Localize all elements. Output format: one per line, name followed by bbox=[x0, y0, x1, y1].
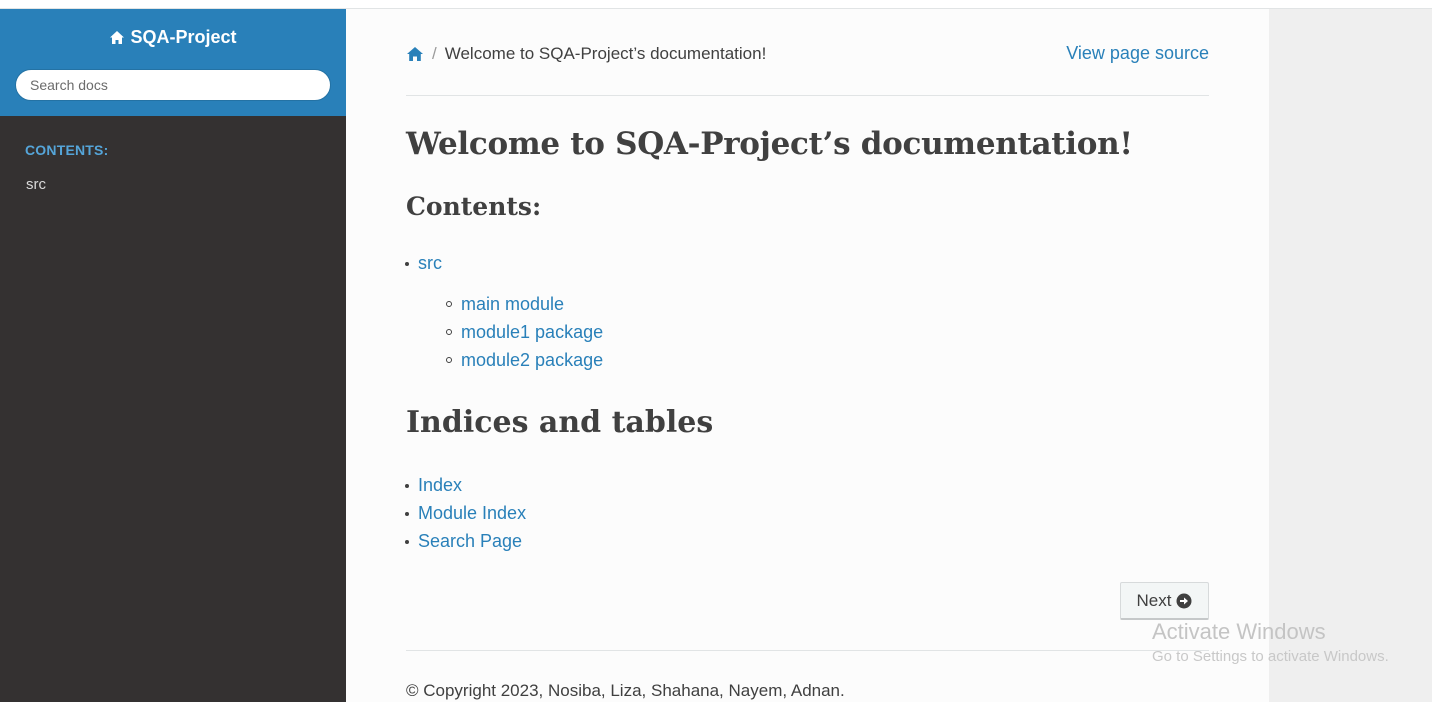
search-input[interactable] bbox=[15, 69, 331, 101]
breadcrumb-current: Welcome to SQA-Project’s documentation! bbox=[444, 44, 767, 63]
sidebar-header: SQA-Project bbox=[0, 9, 346, 116]
toc-subitem-main-module[interactable]: main module bbox=[445, 293, 564, 315]
sidebar: SQA-Project CONTENTS: src bbox=[0, 9, 346, 702]
activate-windows-subtitle: Go to Settings to activate Windows. bbox=[1152, 648, 1389, 665]
page-title: Welcome to SQA-Project’s documentation! bbox=[406, 126, 1133, 162]
indices-heading: Indices and tables bbox=[406, 405, 714, 440]
footer-divider bbox=[406, 650, 1209, 651]
sidebar-caption: CONTENTS: bbox=[25, 142, 109, 158]
toc-subitem-module2-package[interactable]: module2 package bbox=[445, 349, 603, 371]
next-label: Next bbox=[1136, 590, 1172, 610]
toc-subitem-module1-package[interactable]: module1 package bbox=[445, 321, 603, 343]
breadcrumb-home-icon[interactable] bbox=[406, 46, 424, 62]
home-icon bbox=[109, 29, 125, 50]
breadcrumb: / Welcome to SQA-Project’s documentation… bbox=[406, 43, 766, 65]
search-page-link[interactable]: Search Page bbox=[404, 530, 522, 552]
next-button[interactable]: Next bbox=[1120, 582, 1209, 620]
right-gutter bbox=[1269, 9, 1432, 702]
breadcrumb-separator: / bbox=[432, 44, 437, 63]
sidebar-item-src[interactable]: src bbox=[26, 176, 46, 193]
arrow-circle-right-icon bbox=[1176, 593, 1192, 609]
project-home-link[interactable]: SQA-Project bbox=[0, 27, 346, 50]
view-source-link[interactable]: View page source bbox=[1066, 43, 1209, 64]
contents-heading: Contents: bbox=[406, 192, 542, 221]
toc-item-src[interactable]: src bbox=[405, 252, 442, 274]
main-content: / Welcome to SQA-Project’s documentation… bbox=[346, 9, 1269, 702]
project-name: SQA-Project bbox=[130, 27, 237, 47]
browser-top-edge bbox=[0, 0, 1432, 9]
module-index-link[interactable]: Module Index bbox=[404, 502, 526, 524]
copyright-text: © Copyright 2023, Nosiba, Liza, Shahana,… bbox=[406, 681, 845, 700]
activate-windows-title: Activate Windows bbox=[1152, 619, 1326, 644]
header-divider bbox=[406, 95, 1209, 96]
index-link[interactable]: Index bbox=[404, 474, 462, 496]
